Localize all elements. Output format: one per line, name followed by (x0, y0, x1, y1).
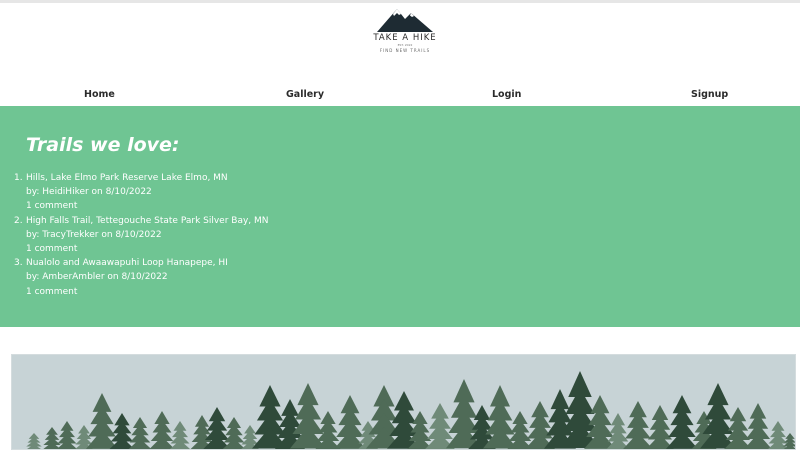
pine-tree-icon (425, 403, 455, 449)
forest-treeline-image (26, 371, 795, 449)
trail-comments-link[interactable]: 1 comment (14, 242, 269, 256)
pine-tree-icon (43, 427, 61, 449)
pine-tree-icon (252, 385, 288, 449)
nav-signup-link[interactable]: Signup (691, 89, 728, 100)
trail-number: 1. (14, 173, 23, 183)
pine-tree-icon (169, 421, 191, 449)
pine-tree-icon (26, 433, 42, 449)
pine-tree-icon (744, 403, 772, 449)
trail-number: 3. (14, 258, 23, 269)
trail-number: 2. (14, 215, 23, 226)
take-a-hike-logo[interactable]: TAKE A HIKE EST. 2022 FIND NEW TRAILS (360, 5, 450, 63)
logo-title: TAKE A HIKE (373, 33, 437, 43)
nav-home-link[interactable]: Home (84, 89, 115, 100)
pine-tree-icon (149, 411, 175, 449)
trails-section: Trails we love: 1. Hills, Lake Elmo Park … (0, 106, 800, 327)
trail-byline: by: HeidiHiker on 8/10/2022 (26, 187, 152, 198)
trail-comments-link[interactable]: 1 comment (14, 285, 269, 299)
pine-tree-icon (203, 407, 231, 449)
trails-heading: Trails we love: (26, 134, 180, 156)
trail-name-link[interactable]: High Falls Trail, Tettegouche State Park… (26, 216, 269, 226)
pine-tree-icon (56, 421, 78, 449)
trail-byline: by: TracyTrekker on 8/10/2022 (26, 229, 162, 240)
trail-byline: by: AmberAmbler on 8/10/2022 (26, 272, 168, 283)
nav-gallery-link[interactable]: Gallery (286, 89, 324, 100)
trail-item: 2. High Falls Trail, Tettegouche State Pa… (14, 214, 269, 257)
pine-tree-icon (646, 405, 674, 449)
trail-item: 1. Hills, Lake Elmo Park Reserve Lake Elm… (14, 171, 269, 214)
main-nav: Home Gallery Login Signup (0, 86, 800, 106)
pine-tree-icon (128, 417, 152, 449)
nav-login-link[interactable]: Login (492, 89, 521, 100)
trail-comments-link[interactable]: 1 comment (14, 199, 269, 213)
trail-name-link[interactable]: Hills, Lake Elmo Park Reserve Lake Elmo,… (26, 173, 228, 183)
logo-tagline: FIND NEW TRAILS (379, 48, 431, 53)
top-border (0, 0, 800, 3)
trail-name-link[interactable]: Nualolo and Awaawapuhi Loop Hanapepe, HI (26, 258, 228, 268)
pine-tree-icon (623, 401, 653, 449)
trail-item: 3. Nualolo and Awaawapuhi Loop Hanapepe, … (14, 256, 269, 299)
forest-image-panel (11, 354, 796, 450)
mountain-logo-icon (377, 9, 433, 32)
trail-list: 1. Hills, Lake Elmo Park Reserve Lake Elm… (14, 171, 269, 299)
